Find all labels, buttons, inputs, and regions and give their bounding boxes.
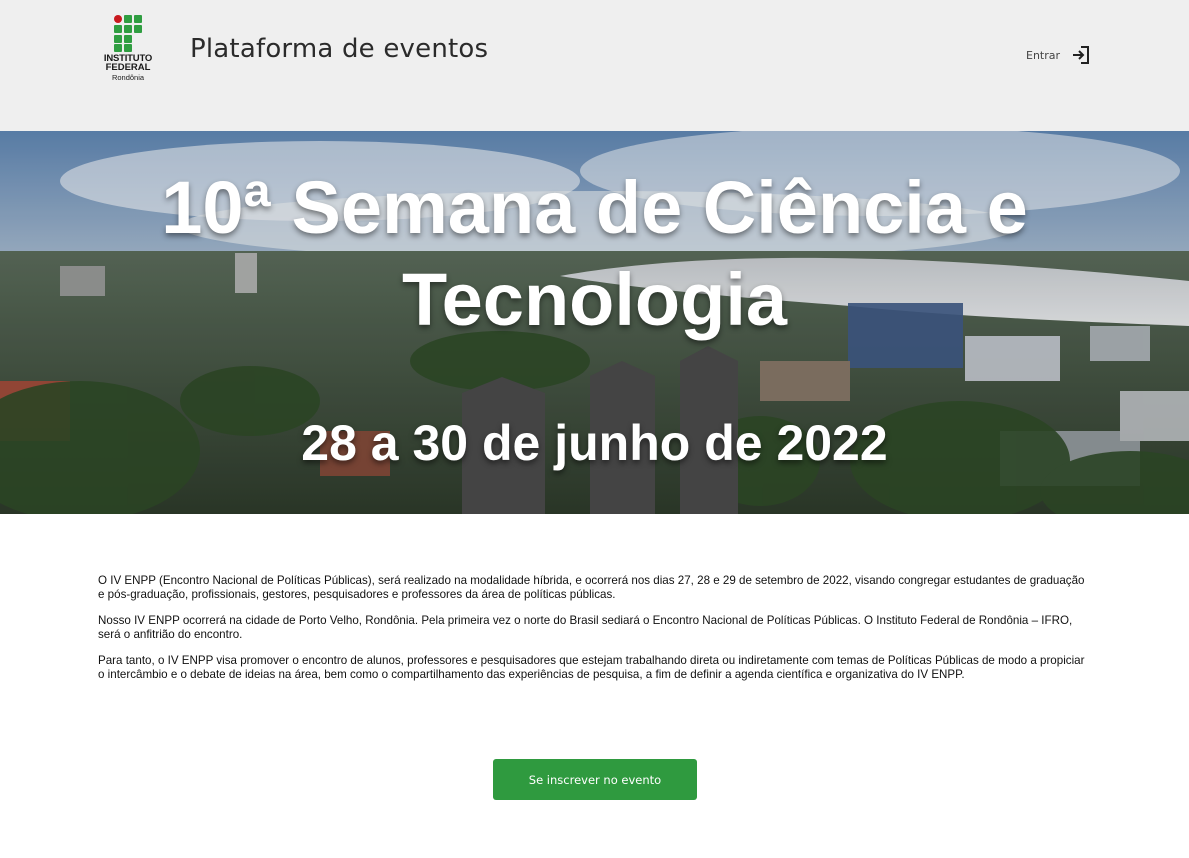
login-label: Entrar (1026, 48, 1061, 62)
site-header: INSTITUTO FEDERAL Rondônia Plataforma de… (0, 0, 1189, 131)
event-description: O IV ENPP (Encontro Nacional de Política… (98, 574, 1093, 694)
site-title: Plataforma de eventos (190, 34, 489, 64)
event-date: 28 a 30 de junho de 2022 (301, 415, 888, 471)
register-button[interactable]: Se inscrever no evento (493, 759, 697, 800)
login-icon (1073, 46, 1090, 64)
login-link[interactable]: Entrar (1026, 44, 1090, 66)
logo-mark-icon (114, 15, 142, 52)
logo-text-rondonia: Rondônia (111, 73, 145, 82)
ifro-logo[interactable]: INSTITUTO FEDERAL Rondônia (97, 15, 159, 87)
description-paragraph: Para tanto, o IV ENPP visa promover o en… (98, 654, 1085, 681)
description-paragraph: O IV ENPP (Encontro Nacional de Política… (98, 574, 1085, 601)
event-banner: 10ª Semana de Ciência e Tecnologia 28 a … (0, 131, 1189, 514)
logo-text-federal: FEDERAL (105, 62, 151, 73)
description-paragraph: Nosso IV ENPP ocorrerá na cidade de Port… (98, 614, 1073, 641)
event-title: 10ª Semana de Ciência e Tecnologia (161, 166, 1028, 341)
